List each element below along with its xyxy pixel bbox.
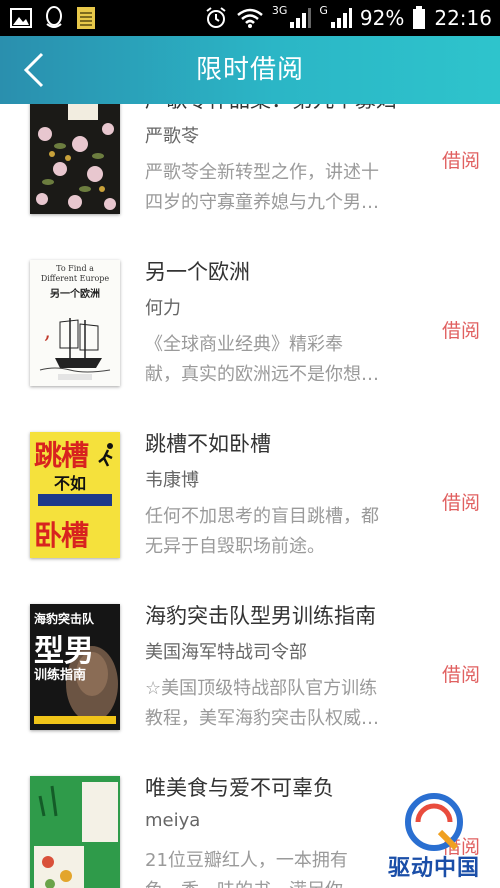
book-description: 严歌苓全新转型之作，讲述十 四岁的守寡童养媳与九个男… xyxy=(145,158,407,218)
book-description: 任何不加思考的盲目跳槽，都 无异于自毁职场前途。 xyxy=(145,502,407,562)
borrow-button[interactable]: 借阅 xyxy=(442,146,480,173)
book-cover[interactable]: 跳槽 不如 卧槽 xyxy=(30,432,120,558)
cover-title-bottom: 卧槽 xyxy=(34,519,89,552)
cover-title-bottom: 训练指南 xyxy=(34,668,87,683)
book-description-line: 色、香、味的书，满足你… xyxy=(145,876,407,888)
battery-icon xyxy=(413,6,426,29)
borrow-button[interactable]: 借阅 xyxy=(442,316,480,343)
book-author: 美国海军特战司令部 xyxy=(145,642,307,663)
borrow-button[interactable]: 借阅 xyxy=(442,488,480,515)
svg-text:,: , xyxy=(44,319,51,344)
book-description-line: 无异于自毁职场前途。 xyxy=(145,536,325,557)
watermark: 驱动中国 xyxy=(374,792,494,882)
book-cover[interactable]: 海豹突击队 型男 训练指南 xyxy=(30,604,120,730)
book-description-line: 四岁的守寡童养媳与九个男… xyxy=(145,192,379,213)
book-description: 《全球商业经典》精彩奉 献，真实的欧洲远不是你想… xyxy=(145,330,407,390)
signal-icon xyxy=(290,8,312,28)
cover-banner xyxy=(38,494,112,506)
book-cover[interactable] xyxy=(30,104,120,214)
cover-title-top: 海豹突击队 xyxy=(34,612,95,626)
title-bar: 限时借阅 xyxy=(0,36,500,104)
q-logo-icon xyxy=(405,793,463,851)
book-description: 21位豆瓣红人，一本拥有 色、香、味的书，满足你… xyxy=(145,846,407,888)
network-3g-label: 3G xyxy=(271,3,288,17)
gallery-icon xyxy=(10,8,32,28)
status-bar: 3G G 92% 22:16 xyxy=(0,0,500,36)
book-author: 韦康博 xyxy=(145,470,199,491)
book-title: 海豹突击队型男训练指南 xyxy=(145,604,376,628)
borrow-button[interactable]: 借阅 xyxy=(442,660,480,687)
signal-icon xyxy=(330,8,352,28)
wifi-icon xyxy=(237,8,263,28)
book-title: 唯美食与爱不可辜负 xyxy=(145,776,334,800)
cover-food-illustration xyxy=(30,776,120,888)
page-title: 限时借阅 xyxy=(195,55,304,85)
book-description-line: 教程，美军海豹突击队权威… xyxy=(145,708,379,729)
clock-time: 22:16 xyxy=(434,6,492,30)
cover-english-title: Different Europe xyxy=(40,274,110,283)
book-cover[interactable]: , To Find a Different Europe 另一个欧洲 xyxy=(30,260,120,386)
book-description-line: ☆美国顶级特战部队官方训练 xyxy=(145,678,378,699)
book-cover[interactable] xyxy=(30,776,120,888)
cover-english-title: To Find a xyxy=(56,264,94,273)
book-description-line: 《全球商业经典》精彩奉 xyxy=(145,334,343,355)
cover-title-mid: 不如 xyxy=(54,474,87,493)
book-description: ☆美国顶级特战部队官方训练 教程，美军海豹突击队权威… xyxy=(145,674,407,734)
battery-percentage: 92% xyxy=(359,6,405,30)
book-description-line: 献，真实的欧洲远不是你想… xyxy=(145,364,379,385)
book-description-line: 严歌苓全新转型之作，讲述十 xyxy=(145,162,379,183)
book-list[interactable]: 严歌苓作品集：第九个寡妇 严歌苓 严歌苓全新转型之作，讲述十 四岁的守寡童养媳与… xyxy=(0,104,500,888)
cover-floral-pattern xyxy=(30,104,120,214)
book-list-item[interactable]: , To Find a Different Europe 另一个欧洲 另一个欧洲… xyxy=(0,234,500,407)
book-list-item[interactable]: 跳槽 不如 卧槽 跳槽不如卧槽 韦康博 任何不加思考的盲目跳槽，都 无异于自毁职… xyxy=(0,406,500,579)
notes-icon xyxy=(77,7,95,29)
book-description-line: 任何不加思考的盲目跳槽，都 xyxy=(145,506,379,527)
book-author: meiya xyxy=(145,810,201,831)
cover-title-top: 跳槽 xyxy=(34,439,89,472)
alarm-icon xyxy=(206,7,226,28)
book-author: 何力 xyxy=(145,298,181,319)
book-title: 跳槽不如卧槽 xyxy=(145,432,271,456)
book-list-item[interactable]: 海豹突击队 型男 训练指南 海豹突击队型男训练指南 美国海军特战司令部 ☆美国顶… xyxy=(0,578,500,751)
book-description-line: 21位豆瓣红人，一本拥有 xyxy=(145,850,348,871)
running-man-icon xyxy=(98,443,113,467)
cover-chinese-title: 另一个欧洲 xyxy=(50,289,100,300)
book-list-item[interactable]: 严歌苓作品集：第九个寡妇 严歌苓 严歌苓全新转型之作，讲述十 四岁的守寡童养媳与… xyxy=(0,104,500,235)
book-title: 严歌苓作品集：第九个寡妇 xyxy=(145,104,397,114)
watermark-text: 驱动中国 xyxy=(387,856,480,881)
network-g-label: G xyxy=(319,3,328,17)
book-author: 严歌苓 xyxy=(145,126,199,147)
qq-icon xyxy=(46,6,62,28)
book-title: 另一个欧洲 xyxy=(145,260,250,284)
